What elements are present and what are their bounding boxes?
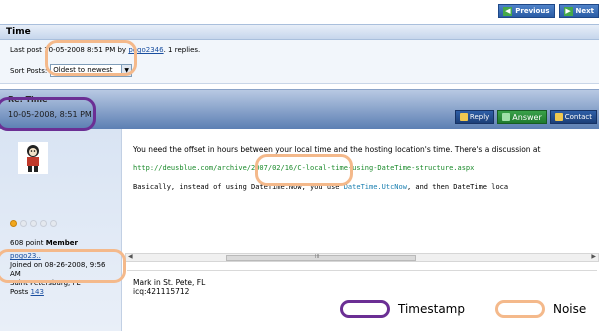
user-points: 608 point Member (10, 239, 78, 247)
user-info: pogo23.. Joined on 08-26-2008, 9:56 AM S… (10, 252, 106, 297)
noise-swatch (494, 300, 545, 318)
sort-select-value: Oldest to newest (53, 66, 113, 74)
post-date: 10-05-2008, 8:51 PM (8, 110, 92, 119)
points-value: 608 point (10, 239, 44, 247)
previous-label: Previous (515, 7, 550, 15)
signature: Mark in St. Pete, FL icq:421115712 (133, 278, 205, 296)
top-nav: ◀ Previous ▶ Next (498, 4, 599, 18)
reply-icon (459, 113, 468, 121)
post-actions: Reply Answer Contact (454, 110, 597, 124)
rating-stars (10, 220, 57, 227)
timestamp-swatch (340, 300, 390, 318)
last-post-prefix: Last post (10, 46, 45, 54)
discussion-link[interactable]: http://deusblue.com/archive/2007/02/16/C… (133, 164, 474, 172)
arrow-left-icon: ◀ (503, 6, 513, 16)
thread-info: Last post 10-05-2008 8:51 PM by pogo2346… (0, 40, 599, 84)
check-icon (502, 113, 511, 121)
sig-line2: icq:421115712 (133, 287, 190, 296)
timestamp-legend-label: Timestamp (398, 302, 465, 316)
sort-row: Sort Posts: Oldest to newest ▼ (10, 64, 133, 77)
posts-count-link[interactable]: 143 (31, 288, 44, 296)
code-prefix: Basically, instead of using DateTime.Now… (133, 183, 344, 191)
joined-line1: Joined on 08-26-2008, 9:56 (10, 261, 106, 269)
arrow-right-icon: ▶ (563, 6, 573, 16)
next-button[interactable]: ▶ Next (558, 4, 599, 18)
user-location: Saint Petersburg, FL (10, 279, 81, 287)
user-panel: 608 point Member pogo23.. Joined on 08-2… (0, 129, 122, 331)
posts-label: Posts (10, 288, 29, 296)
answer-label: Answer (512, 112, 542, 122)
last-post-date: 10-05-2008 8:51 PM by (44, 46, 129, 54)
star-icon (40, 220, 47, 227)
chevron-down-icon: ▼ (121, 65, 132, 76)
code-suffix: , and then DateTime loca (406, 183, 509, 191)
star-icon (10, 220, 17, 227)
last-post-user-link[interactable]: pogo2346 (128, 46, 163, 54)
sort-select[interactable]: Oldest to newest ▼ (50, 64, 133, 77)
noise-legend-label: Noise (552, 302, 587, 316)
contact-label: Contact (564, 113, 592, 121)
star-icon (20, 220, 27, 227)
star-icon (50, 220, 57, 227)
horizontal-scrollbar[interactable]: ◀ III ▶ (125, 253, 599, 262)
scroll-grip: III (315, 254, 320, 260)
next-label: Next (575, 7, 594, 15)
annotation-legend: Timestamp Noise (340, 300, 586, 318)
contact-button[interactable]: Contact (549, 110, 597, 124)
scroll-right-icon[interactable]: ▶ (591, 253, 596, 260)
code-line: Basically, instead of using DateTime.Now… (133, 183, 508, 191)
post-title: Re: Time (8, 95, 48, 104)
post-message: You need the offset in hours between you… (133, 145, 541, 154)
post-header: Re: Time 10-05-2008, 8:51 PM Reply Answe… (0, 89, 599, 129)
sig-line1: Mark in St. Pete, FL (133, 278, 206, 287)
contact-icon (554, 113, 563, 121)
thread-title: Time (0, 24, 599, 40)
answer-button[interactable]: Answer (497, 110, 547, 124)
previous-button[interactable]: ◀ Previous (498, 4, 555, 18)
username-link[interactable]: pogo23.. (10, 252, 41, 260)
points-rank: Member (45, 239, 78, 247)
avatar[interactable] (18, 142, 48, 174)
reply-button[interactable]: Reply (454, 110, 495, 124)
scrollbar-thumb[interactable]: III (226, 254, 416, 261)
reply-label: Reply (469, 113, 490, 121)
scroll-left-icon[interactable]: ◀ (128, 253, 133, 260)
star-icon (30, 220, 37, 227)
last-post-suffix: . 1 replies. (163, 46, 201, 54)
joined-line2: AM (10, 270, 21, 278)
code-keyword: DateTime.UtcNow (343, 183, 407, 191)
sort-label: Sort Posts: (10, 66, 48, 75)
last-post-line: Last post 10-05-2008 8:51 PM by pogo2346… (10, 46, 200, 54)
signature-divider (127, 270, 597, 271)
